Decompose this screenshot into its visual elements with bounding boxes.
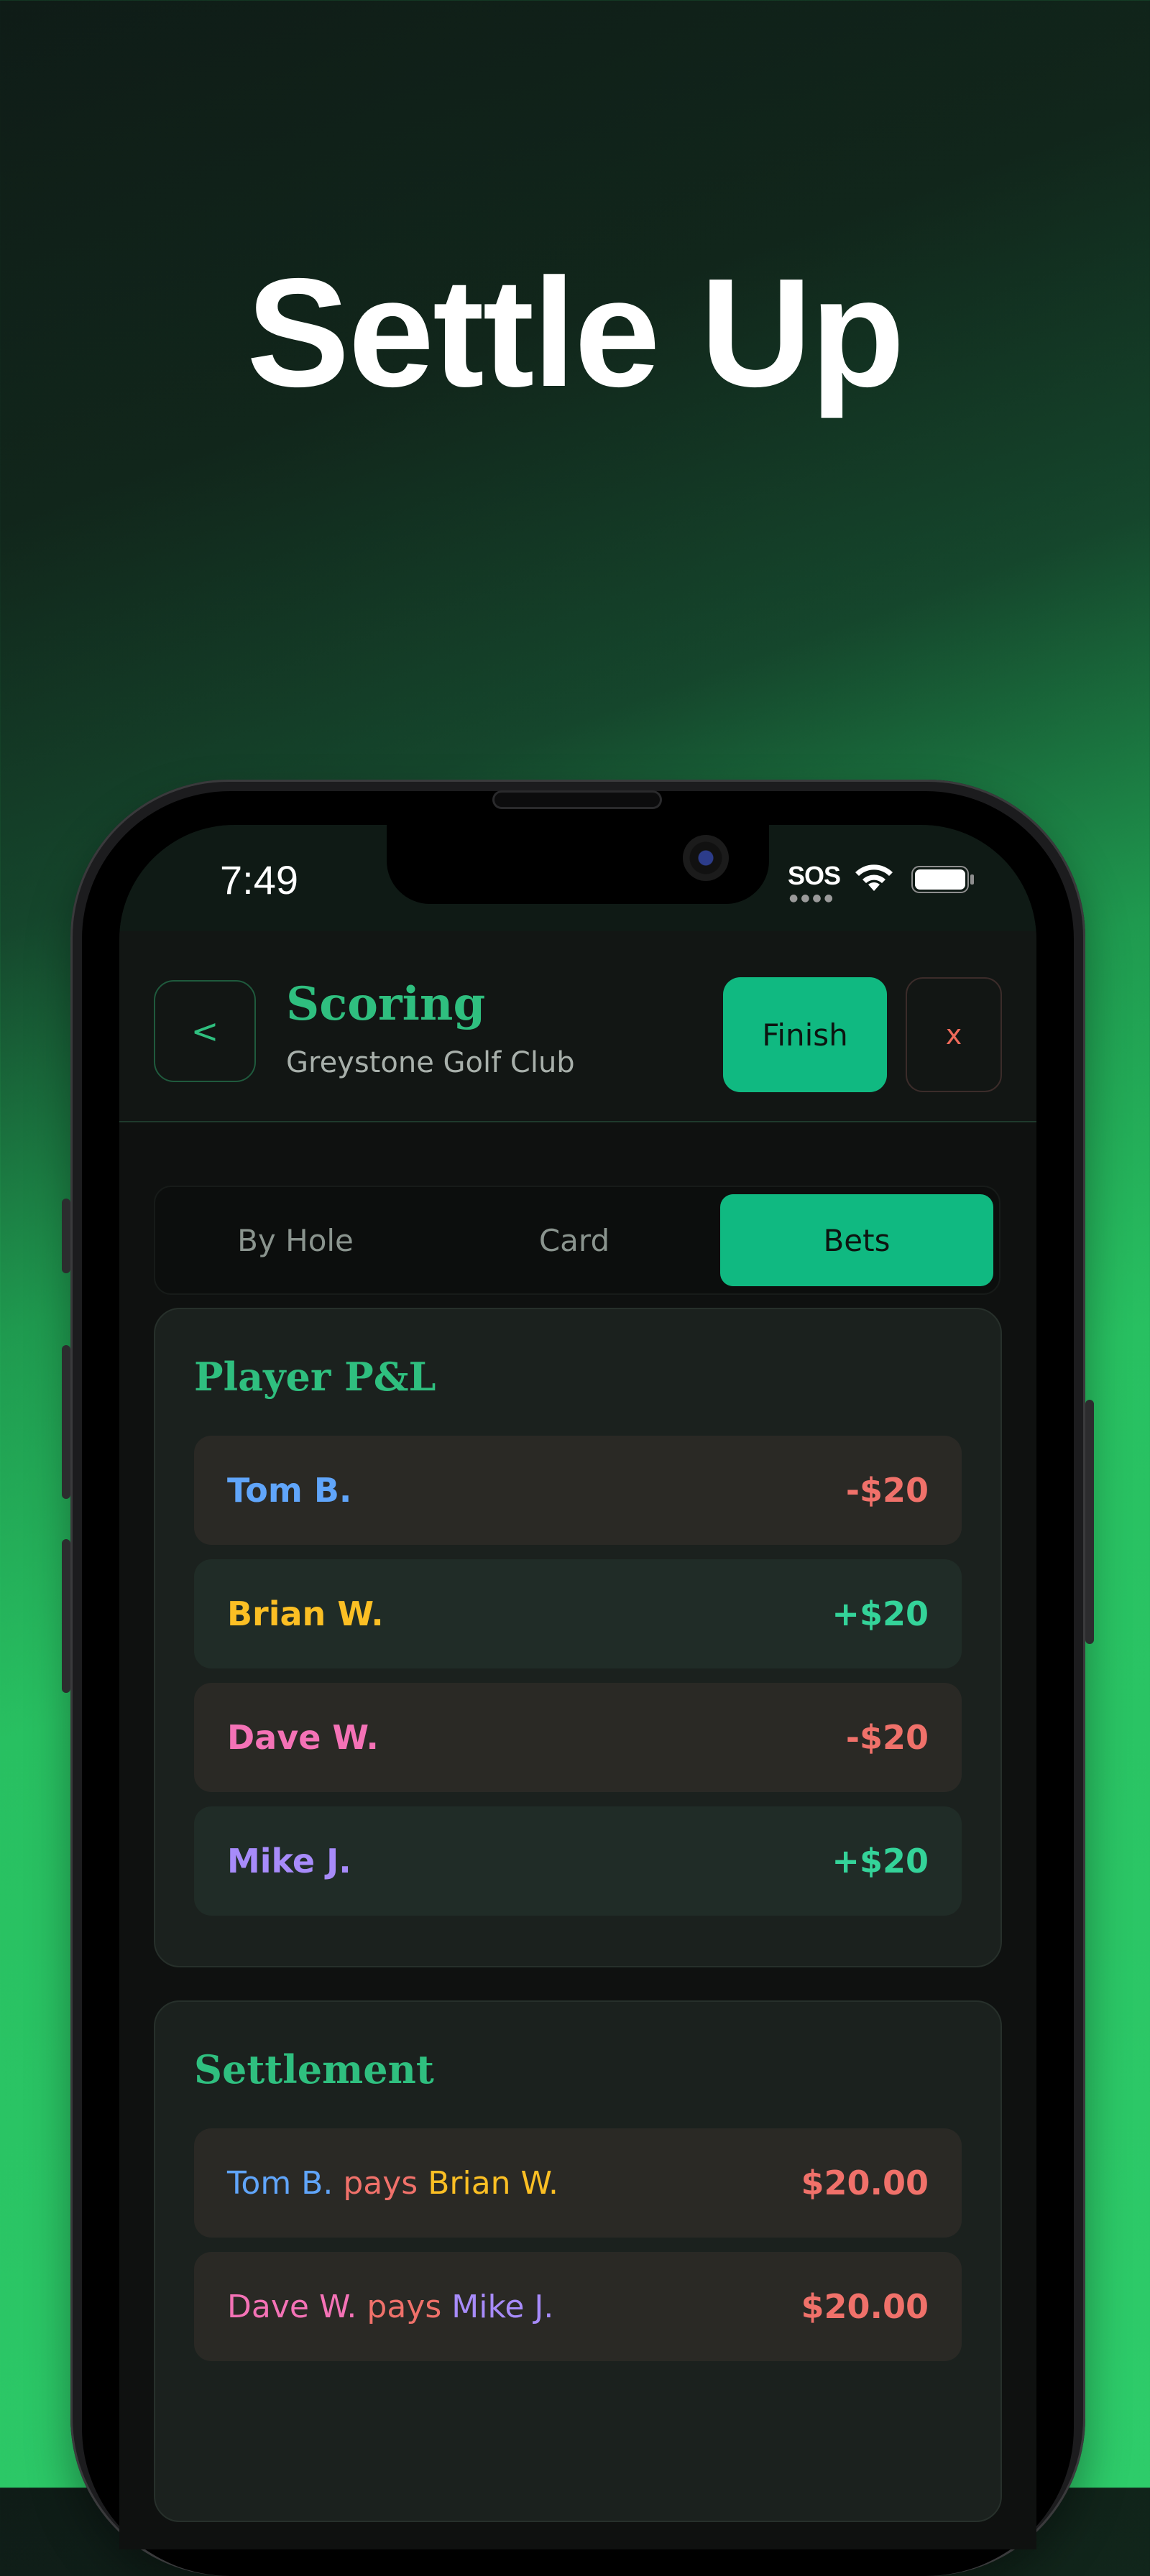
tab-by-hole[interactable]: By Hole <box>164 1194 427 1286</box>
pnl-row: Brian W. +$20 <box>194 1559 962 1668</box>
battery-icon <box>911 866 974 893</box>
app-header: < Scoring Greystone Golf Club Finish x <box>119 931 1036 1122</box>
player-amount: +$20 <box>832 1842 929 1880</box>
back-button[interactable]: < <box>154 980 256 1082</box>
settlement-amount: $20.00 <box>801 2164 929 2202</box>
phone-speaker <box>494 793 660 807</box>
player-name: Tom B. <box>227 1471 352 1510</box>
player-name: Mike J. <box>227 1842 351 1880</box>
player-amount: +$20 <box>832 1594 929 1633</box>
payee-name: Brian W. <box>428 2164 558 2202</box>
pnl-title: Player P&L <box>194 1354 436 1400</box>
settlement-title: Settlement <box>194 2046 434 2092</box>
close-button[interactable]: x <box>906 977 1002 1092</box>
player-pnl-card: Player P&L Tom B. -$20 Brian W. +$20 Dav… <box>154 1308 1002 1967</box>
phone-screen: 7:49 SOS ●●●● < Scoring Greystone Golf C… <box>119 825 1036 2549</box>
dynamic-island <box>387 825 769 904</box>
pays-word: pays <box>343 2164 418 2202</box>
settlement-text: Tom B. pays Brian W. <box>227 2165 558 2202</box>
settlement-amount: $20.00 <box>801 2287 929 2326</box>
headline: Settle Up <box>247 246 905 419</box>
settlement-row: Dave W. pays Mike J. $20.00 <box>194 2252 962 2361</box>
signal-dots-icon: ●●●● <box>789 892 836 904</box>
player-name: Brian W. <box>227 1594 384 1633</box>
pays-word: pays <box>367 2288 442 2325</box>
payer-name: Tom B. <box>227 2164 334 2202</box>
payee-name: Mike J. <box>451 2288 554 2325</box>
player-amount: -$20 <box>845 1471 929 1510</box>
course-name: Greystone Golf Club <box>286 1046 575 1079</box>
status-time: 7:49 <box>220 857 298 902</box>
camera-icon <box>683 835 729 881</box>
sos-indicator: SOS <box>788 861 841 890</box>
tab-card[interactable]: Card <box>443 1194 706 1286</box>
finish-button[interactable]: Finish <box>723 977 887 1092</box>
pnl-row: Mike J. +$20 <box>194 1806 962 1916</box>
page-title: Scoring <box>286 977 486 1031</box>
pnl-row: Tom B. -$20 <box>194 1436 962 1545</box>
volume-up-button <box>62 1345 70 1499</box>
settlement-row: Tom B. pays Brian W. $20.00 <box>194 2128 962 2238</box>
status-bar: 7:49 SOS ●●●● <box>119 825 1036 931</box>
tab-bets[interactable]: Bets <box>720 1194 993 1286</box>
settlement-text: Dave W. pays Mike J. <box>227 2289 553 2325</box>
mute-switch <box>62 1199 70 1273</box>
player-name: Dave W. <box>227 1718 379 1757</box>
player-amount: -$20 <box>845 1718 929 1757</box>
payer-name: Dave W. <box>227 2288 357 2325</box>
pnl-row: Dave W. -$20 <box>194 1683 962 1792</box>
view-tabs: By Hole Card Bets <box>154 1186 1000 1295</box>
volume-down-button <box>62 1539 70 1693</box>
power-button <box>1085 1400 1094 1644</box>
wifi-icon <box>855 864 893 891</box>
settlement-card: Settlement Tom B. pays Brian W. $20.00 D… <box>154 2000 1002 2522</box>
